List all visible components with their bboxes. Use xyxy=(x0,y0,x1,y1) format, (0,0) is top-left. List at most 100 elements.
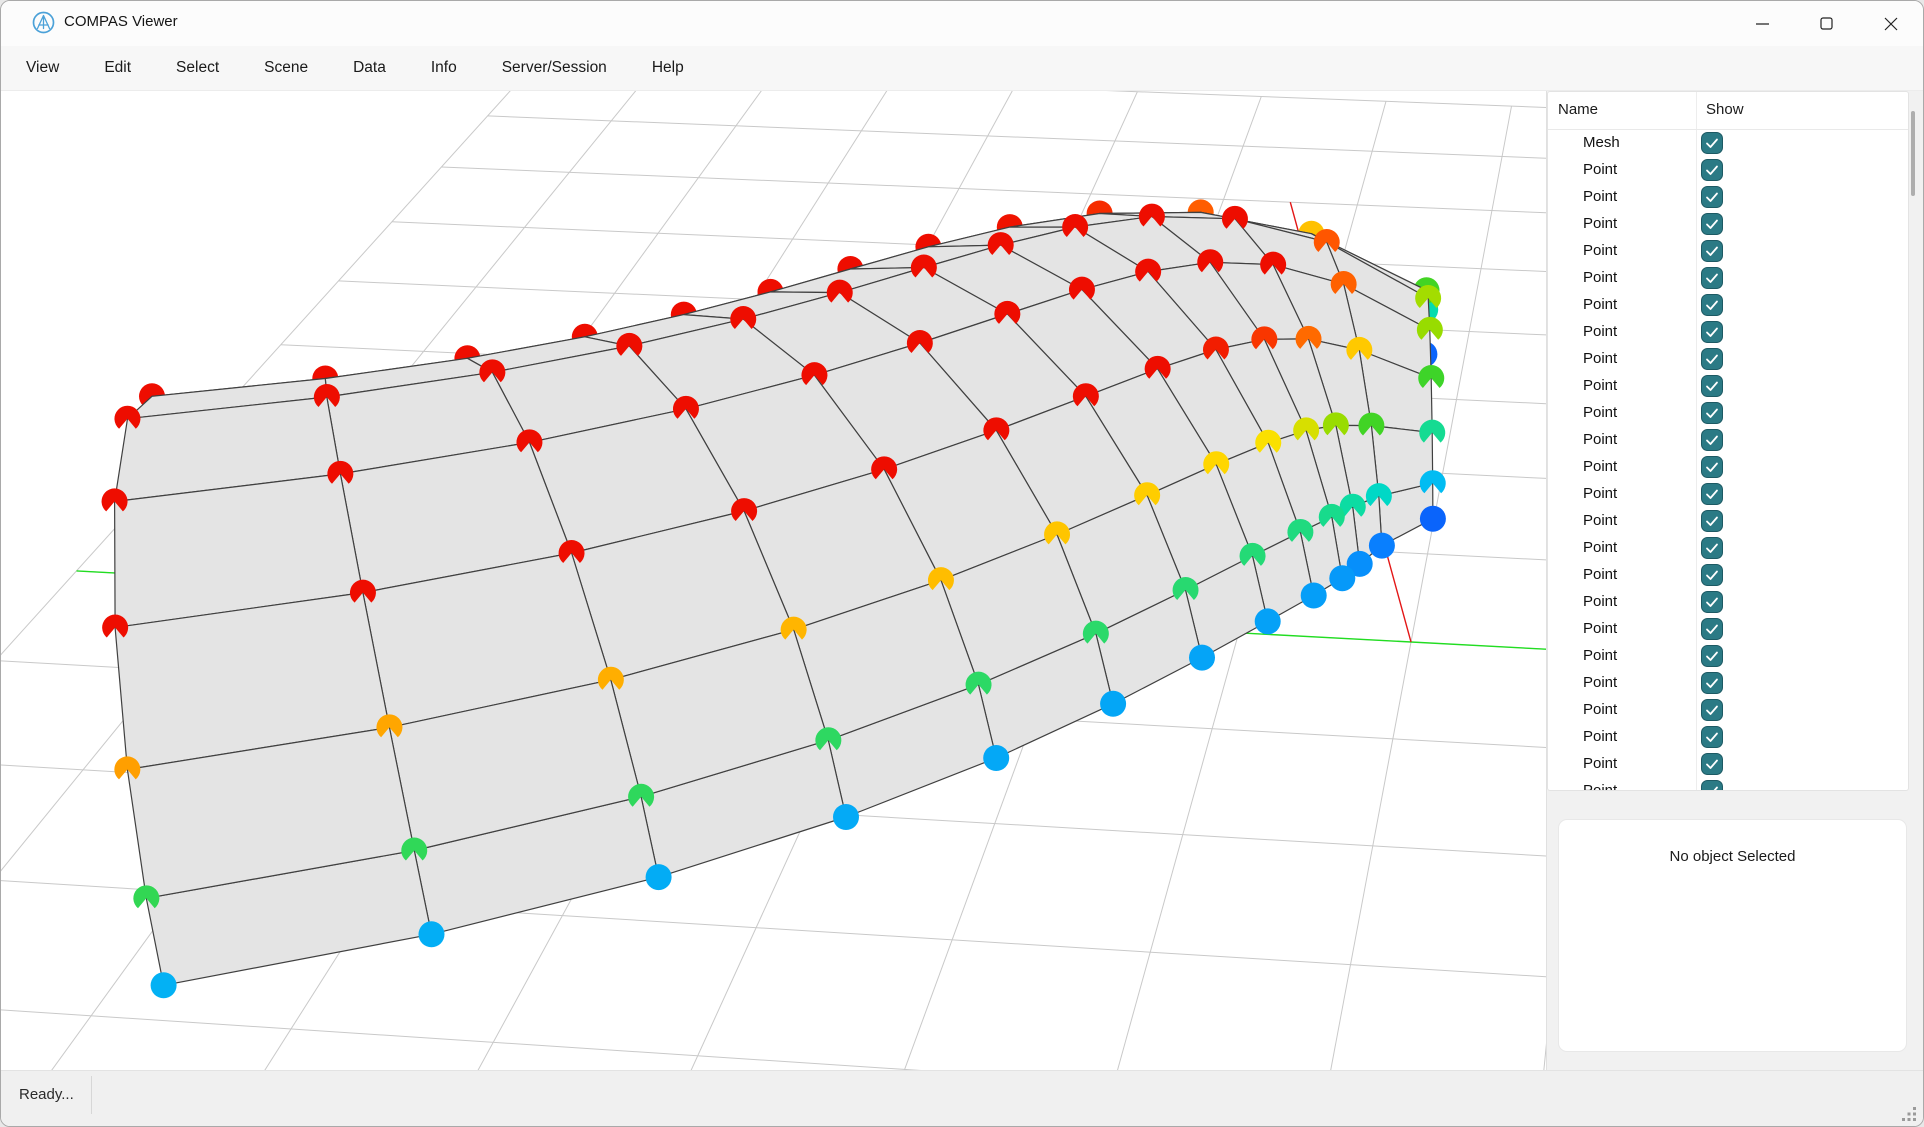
column-header-show: Show xyxy=(1706,101,1744,118)
title-bar[interactable]: COMPAS Viewer xyxy=(1,1,1923,46)
tree-row-point[interactable]: Point xyxy=(1548,643,1909,670)
menu-item-info[interactable]: Info xyxy=(431,59,457,77)
tree-row-name: Point xyxy=(1583,242,1617,259)
tree-row-name: Point xyxy=(1583,620,1617,637)
menu-item-edit[interactable]: Edit xyxy=(104,59,131,77)
show-checkbox[interactable] xyxy=(1701,645,1723,667)
mesh-point[interactable] xyxy=(1100,691,1126,717)
minimize-button[interactable] xyxy=(1731,1,1795,46)
tree-row-point[interactable]: Point xyxy=(1548,697,1909,724)
tree-row-point[interactable]: Point xyxy=(1548,778,1909,791)
mesh-point[interactable] xyxy=(419,921,445,947)
show-checkbox[interactable] xyxy=(1701,510,1723,532)
show-checkbox[interactable] xyxy=(1701,591,1723,613)
tree-row-point[interactable]: Point xyxy=(1548,589,1909,616)
tree-row-name: Point xyxy=(1583,728,1617,745)
show-checkbox[interactable] xyxy=(1701,618,1723,640)
show-checkbox[interactable] xyxy=(1701,348,1723,370)
maximize-button[interactable] xyxy=(1795,1,1859,46)
tree-row-point[interactable]: Point xyxy=(1548,184,1909,211)
menu-item-help[interactable]: Help xyxy=(652,59,684,77)
tree-row-point[interactable]: Point xyxy=(1548,562,1909,589)
tree-row-point[interactable]: Point xyxy=(1548,157,1909,184)
scrollbar-thumb[interactable] xyxy=(1911,111,1915,196)
show-checkbox[interactable] xyxy=(1701,402,1723,424)
selection-info-panel: No object Selected xyxy=(1558,819,1907,1052)
menu-item-scene[interactable]: Scene xyxy=(264,59,308,77)
mesh-point[interactable] xyxy=(1189,645,1215,671)
tree-row-point[interactable]: Point xyxy=(1548,670,1909,697)
tree-row-point[interactable]: Point xyxy=(1548,751,1909,778)
show-checkbox[interactable] xyxy=(1701,699,1723,721)
show-checkbox[interactable] xyxy=(1701,159,1723,181)
tree-row-point[interactable]: Point xyxy=(1548,508,1909,535)
tree-row-point[interactable]: Point xyxy=(1548,238,1909,265)
show-checkbox[interactable] xyxy=(1701,564,1723,586)
mesh-point[interactable] xyxy=(833,804,859,830)
show-checkbox[interactable] xyxy=(1701,375,1723,397)
tree-row-point[interactable]: Point xyxy=(1548,292,1909,319)
tree-row-point[interactable]: Point xyxy=(1548,211,1909,238)
scene-tree-panel: Name Show MeshPointPointPointPointPointP… xyxy=(1547,91,1909,791)
mesh-point[interactable] xyxy=(151,972,177,998)
window-title: COMPAS Viewer xyxy=(64,13,178,30)
show-checkbox[interactable] xyxy=(1701,537,1723,559)
menu-item-select[interactable]: Select xyxy=(176,59,219,77)
tree-row-point[interactable]: Point xyxy=(1548,454,1909,481)
tree-row-point[interactable]: Point xyxy=(1548,400,1909,427)
show-checkbox[interactable] xyxy=(1701,294,1723,316)
tree-row-point[interactable]: Point xyxy=(1548,346,1909,373)
mesh-point[interactable] xyxy=(1255,608,1281,634)
tree-row-mesh[interactable]: Mesh xyxy=(1548,130,1909,157)
no-selection-message: No object Selected xyxy=(1670,848,1796,865)
tree-row-point[interactable]: Point xyxy=(1548,427,1909,454)
menu-item-view[interactable]: View xyxy=(26,59,59,77)
tree-row-point[interactable]: Point xyxy=(1548,481,1909,508)
tree-row-name: Point xyxy=(1583,431,1617,448)
resize-grip[interactable] xyxy=(1902,1107,1916,1121)
tree-row-name: Point xyxy=(1583,161,1617,178)
tree-row-point[interactable]: Point xyxy=(1548,535,1909,562)
show-checkbox[interactable] xyxy=(1701,240,1723,262)
tree-row-point[interactable]: Point xyxy=(1548,319,1909,346)
app-window: COMPAS Viewer View Edit Select Scene Data Inf… xyxy=(0,0,1924,1127)
show-checkbox[interactable] xyxy=(1701,213,1723,235)
mesh-point[interactable] xyxy=(983,745,1009,771)
show-checkbox[interactable] xyxy=(1701,132,1723,154)
column-header-name: Name xyxy=(1558,101,1598,118)
tree-row-name: Point xyxy=(1583,512,1617,529)
tree-row-name: Point xyxy=(1583,404,1617,421)
show-checkbox[interactable] xyxy=(1701,456,1723,478)
tree-row-name: Point xyxy=(1583,539,1617,556)
mesh-point[interactable] xyxy=(646,864,672,890)
show-checkbox[interactable] xyxy=(1701,483,1723,505)
show-checkbox[interactable] xyxy=(1701,753,1723,775)
show-checkbox[interactable] xyxy=(1701,267,1723,289)
show-checkbox[interactable] xyxy=(1701,672,1723,694)
tree-row-name: Point xyxy=(1583,188,1617,205)
show-checkbox[interactable] xyxy=(1701,780,1723,791)
menu-item-data[interactable]: Data xyxy=(353,59,386,77)
tree-row-point[interactable]: Point xyxy=(1548,616,1909,643)
mesh-point[interactable] xyxy=(1301,583,1327,609)
menu-item-server-session[interactable]: Server/Session xyxy=(502,59,607,77)
tree-row-point[interactable]: Point xyxy=(1548,373,1909,400)
scene-canvas[interactable] xyxy=(1,91,1546,1070)
show-checkbox[interactable] xyxy=(1701,321,1723,343)
tree-row-name: Point xyxy=(1583,782,1617,791)
show-checkbox[interactable] xyxy=(1701,429,1723,451)
tree-row-name: Point xyxy=(1583,755,1617,772)
scene-tree-rows: MeshPointPointPointPointPointPointPointP… xyxy=(1548,130,1909,791)
tree-row-point[interactable]: Point xyxy=(1548,724,1909,751)
viewport-3d[interactable] xyxy=(1,91,1546,1070)
mesh-point[interactable] xyxy=(1369,533,1395,559)
show-checkbox[interactable] xyxy=(1701,726,1723,748)
tree-row-name: Point xyxy=(1583,458,1617,475)
close-button[interactable] xyxy=(1859,1,1923,46)
mesh-point[interactable] xyxy=(1420,506,1446,532)
tree-row-name: Point xyxy=(1583,566,1617,583)
tree-row-point[interactable]: Point xyxy=(1548,265,1909,292)
mesh-point[interactable] xyxy=(1329,565,1355,591)
show-checkbox[interactable] xyxy=(1701,186,1723,208)
tree-row-name: Mesh xyxy=(1583,134,1620,151)
